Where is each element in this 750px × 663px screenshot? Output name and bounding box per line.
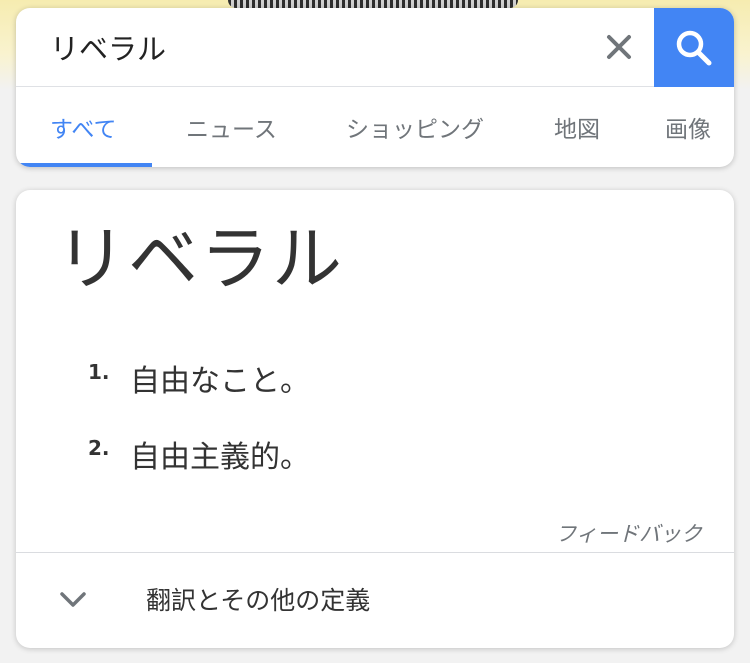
doodle-image[interactable] [228, 0, 518, 8]
tab-all[interactable]: すべて [50, 87, 116, 167]
active-tab-indicator [16, 163, 152, 167]
search-icon [676, 30, 712, 65]
clear-button[interactable] [598, 26, 640, 68]
feedback-link[interactable]: フィードバック [555, 518, 702, 548]
definition-word: リベラル [56, 218, 344, 300]
definition-number: 1. [88, 360, 110, 384]
dictionary-card: リベラル 1. 自由なこと。 2. 自由主義的。 フィードバック 翻訳とその他の… [16, 190, 734, 648]
close-icon [607, 35, 631, 59]
definition-text: 自由主義的。 [130, 440, 310, 475]
tab-news[interactable]: ニュース [186, 87, 277, 167]
search-card: すべて ニュース ショッピング 地図 画像 [16, 8, 734, 167]
tab-shopping[interactable]: ショッピング [346, 87, 484, 167]
tab-images[interactable]: 画像 [665, 87, 711, 167]
search-tabs: すべて ニュース ショッピング 地図 画像 [16, 87, 734, 167]
search-button[interactable] [654, 8, 734, 87]
definition-number: 2. [88, 436, 110, 460]
definition-text: 自由なこと。 [130, 364, 310, 399]
chevron-down-icon [56, 583, 90, 617]
tab-maps[interactable]: 地図 [554, 87, 600, 167]
search-input[interactable] [50, 22, 590, 72]
search-bar [16, 8, 734, 87]
translations-label: 翻訳とその他の定義 [146, 586, 371, 615]
translations-expander[interactable]: 翻訳とその他の定義 [16, 553, 734, 648]
